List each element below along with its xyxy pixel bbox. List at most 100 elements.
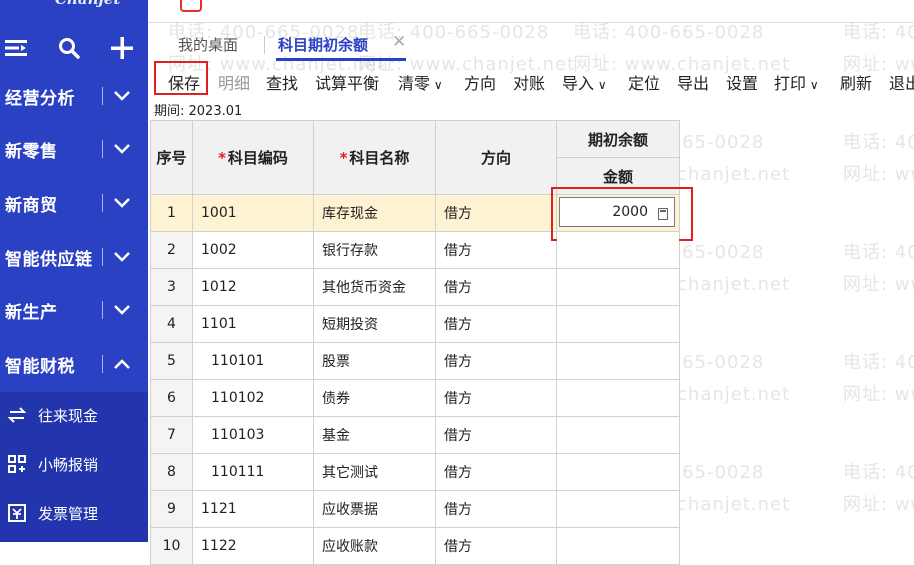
- table-row[interactable]: 9 1121 应收票据 借方: [150, 490, 680, 528]
- amount-cell[interactable]: [556, 231, 680, 269]
- amount-cell[interactable]: [556, 305, 680, 343]
- chevron-down-icon[interactable]: [110, 245, 134, 269]
- direction-cell[interactable]: 借方: [435, 416, 557, 454]
- col-header-amount: 金额: [556, 157, 680, 195]
- amount-cell[interactable]: [556, 416, 680, 454]
- export-button[interactable]: 导出: [677, 70, 709, 94]
- table-row[interactable]: 10 1122 应收账款 借方: [150, 527, 680, 565]
- amount-cell[interactable]: [556, 379, 680, 417]
- table-row[interactable]: 6 110102 债券 借方: [150, 379, 680, 417]
- direction-cell[interactable]: 借方: [435, 231, 557, 269]
- exit-button[interactable]: 退出: [889, 70, 914, 94]
- tab-opening-balance[interactable]: 科目期初余额: [278, 34, 368, 55]
- close-icon[interactable]: ✕: [392, 32, 406, 52]
- import-label: 导入: [562, 74, 595, 93]
- amount-cell[interactable]: [556, 527, 680, 565]
- plus-icon[interactable]: [108, 34, 136, 62]
- chevron-down-icon: ∨: [594, 78, 607, 92]
- account-code-cell[interactable]: 1002: [192, 231, 314, 269]
- tab-my-desktop[interactable]: 我的桌面: [178, 34, 238, 55]
- table-row[interactable]: 8 110111 其它测试 借方: [150, 453, 680, 491]
- table-row[interactable]: 4 1101 短期投资 借方: [150, 305, 680, 343]
- direction-cell[interactable]: 借方: [435, 379, 557, 417]
- account-name-cell[interactable]: 应收票据: [313, 490, 436, 528]
- sidebar-subitem-cash[interactable]: 往来现金: [0, 397, 148, 433]
- account-name-cell[interactable]: 股票: [313, 342, 436, 380]
- amount-cell[interactable]: 2000: [551, 187, 693, 241]
- account-code-cell[interactable]: 110111: [192, 453, 314, 491]
- row-index: 4: [150, 305, 193, 343]
- print-button[interactable]: 打印 ∨: [774, 70, 819, 94]
- chevron-down-icon[interactable]: [110, 84, 134, 108]
- sidebar: Chanjet 经营分析 新零售 新商贸 智能供应链 新生产 智能财税: [0, 0, 148, 542]
- account-code-cell[interactable]: 1012: [192, 268, 314, 306]
- account-code-cell[interactable]: 1121: [192, 490, 314, 528]
- account-name-cell[interactable]: 银行存款: [313, 231, 436, 269]
- direction-cell[interactable]: 借方: [435, 342, 557, 380]
- account-code-cell[interactable]: 1122: [192, 527, 314, 565]
- search-icon[interactable]: [55, 34, 83, 62]
- account-code-cell[interactable]: 110102: [192, 379, 314, 417]
- chevron-down-icon[interactable]: [110, 191, 134, 215]
- save-button[interactable]: 保存: [168, 70, 200, 94]
- account-name-cell[interactable]: 其他货币资金: [313, 268, 436, 306]
- account-name-cell[interactable]: 应收账款: [313, 527, 436, 565]
- trial-balance-button[interactable]: 试算平衡: [315, 70, 379, 94]
- direction-cell[interactable]: 借方: [435, 453, 557, 491]
- sidebar-item-supply-chain[interactable]: 智能供应链: [0, 232, 148, 282]
- sidebar-subitem-reimbursement[interactable]: 小畅报销: [0, 446, 148, 482]
- table-row[interactable]: 5 110101 股票 借方: [150, 342, 680, 380]
- menu-icon[interactable]: [2, 34, 30, 62]
- watermark: 电话: 400-665-0028: [843, 462, 914, 483]
- amount-cell[interactable]: [556, 342, 680, 380]
- direction-cell[interactable]: 借方: [435, 194, 557, 232]
- sidebar-item-business-analysis[interactable]: 经营分析: [0, 71, 148, 121]
- watermark: 网址: www.chanjet.net: [843, 164, 914, 185]
- clear-label: 清零: [398, 74, 431, 93]
- amount-input[interactable]: 2000: [559, 197, 675, 227]
- amount-cell[interactable]: [556, 490, 680, 528]
- table-row[interactable]: 3 1012 其他货币资金 借方: [150, 268, 680, 306]
- account-name-cell[interactable]: 短期投资: [313, 305, 436, 343]
- amount-cell[interactable]: [556, 268, 680, 306]
- direction-cell[interactable]: 借方: [435, 527, 557, 565]
- amount-cell[interactable]: [556, 453, 680, 491]
- account-name-cell[interactable]: 基金: [313, 416, 436, 454]
- chevron-down-icon[interactable]: [110, 137, 134, 161]
- direction-cell[interactable]: 借方: [435, 490, 557, 528]
- account-code-cell[interactable]: 110103: [192, 416, 314, 454]
- calculator-icon[interactable]: [658, 208, 668, 220]
- sidebar-item-label: 智能供应链: [5, 249, 93, 270]
- chevron-down-icon[interactable]: [110, 298, 134, 322]
- account-name-cell[interactable]: 库存现金: [313, 194, 436, 232]
- watermark: 网址: www.chanjet.net: [843, 494, 914, 515]
- table-row[interactable]: 7 110103 基金 借方: [150, 416, 680, 454]
- chevron-up-icon[interactable]: [110, 352, 134, 376]
- settings-button[interactable]: 设置: [726, 70, 758, 94]
- table-row[interactable]: 2 1002 银行存款 借方: [150, 231, 680, 269]
- account-code-cell[interactable]: 1001: [192, 194, 314, 232]
- find-button[interactable]: 查找: [266, 70, 298, 94]
- sidebar-item-new-production[interactable]: 新生产: [0, 285, 148, 335]
- direction-cell[interactable]: 借方: [435, 305, 557, 343]
- direction-button[interactable]: 方向: [464, 70, 496, 94]
- sidebar-item-new-trade[interactable]: 新商贸: [0, 178, 148, 228]
- account-code-cell[interactable]: 1101: [192, 305, 314, 343]
- watermark: 电话: 400-665-0028: [843, 242, 914, 263]
- account-code-cell[interactable]: 110101: [192, 342, 314, 380]
- sidebar-subitem-invoice[interactable]: 发票管理: [0, 495, 148, 531]
- divider: [102, 301, 103, 319]
- sidebar-item-new-retail[interactable]: 新零售: [0, 124, 148, 174]
- reconcile-button[interactable]: 对账: [513, 70, 545, 94]
- locate-button[interactable]: 定位: [628, 70, 660, 94]
- account-name-cell[interactable]: 其它测试: [313, 453, 436, 491]
- direction-cell[interactable]: 借方: [435, 268, 557, 306]
- account-name-cell[interactable]: 债券: [313, 379, 436, 417]
- refresh-button[interactable]: 刷新: [840, 70, 872, 94]
- sidebar-item-finance-tax[interactable]: 智能财税: [0, 339, 148, 389]
- clear-button[interactable]: 清零 ∨: [398, 70, 443, 94]
- detail-button[interactable]: 明细: [218, 70, 250, 94]
- amount-value: 2000: [612, 204, 648, 220]
- table-row[interactable]: 1 1001 库存现金 借方 2000: [150, 187, 693, 241]
- import-button[interactable]: 导入 ∨: [562, 70, 607, 94]
